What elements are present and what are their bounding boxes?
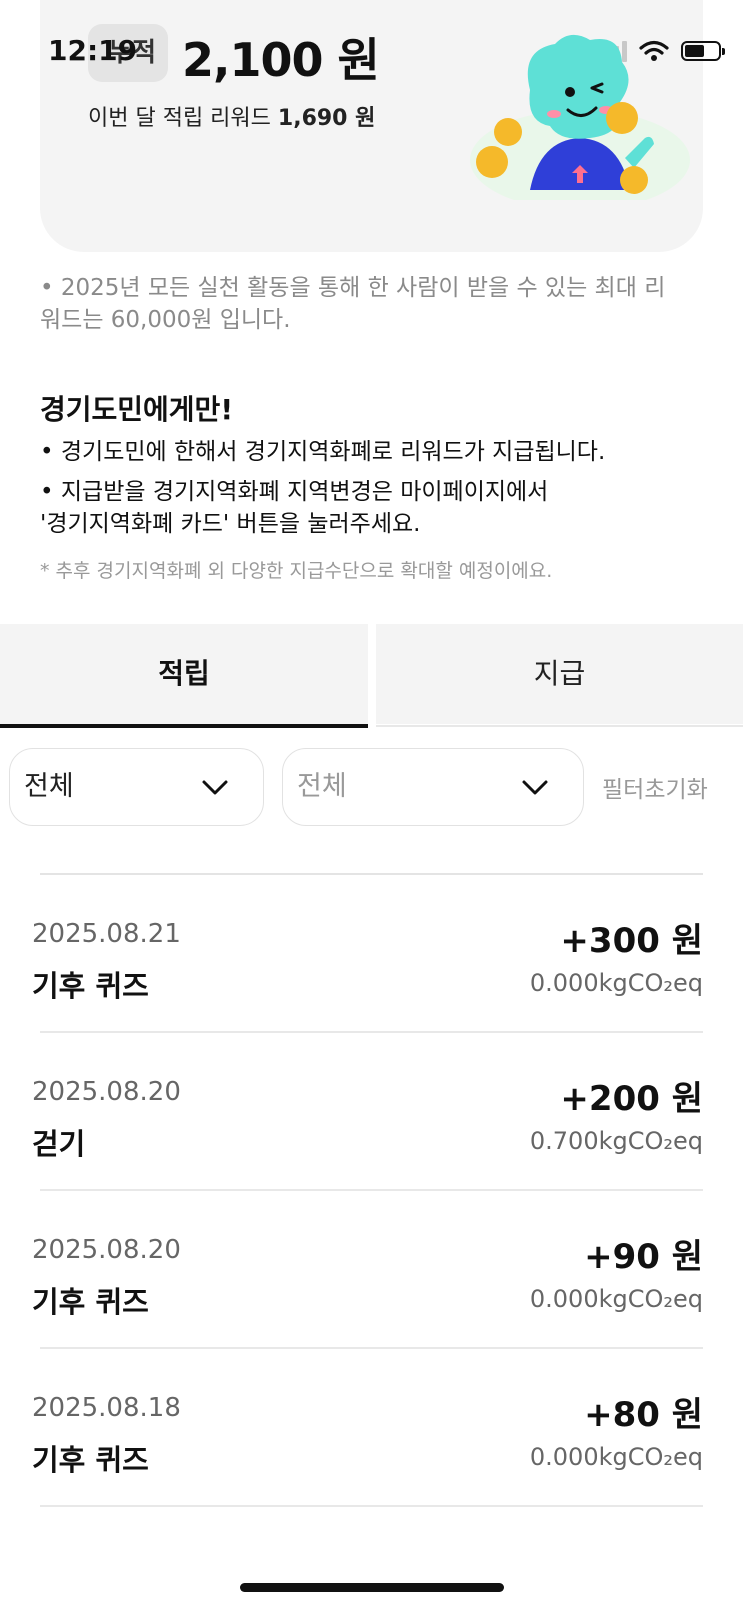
monthly-reward-line: 이번 달 적립 리워드 1,690 원 <box>88 100 375 132</box>
list-item[interactable]: 2025.08.20 걷기 +200 원 0.700kgCO₂eq <box>32 1033 703 1191</box>
tab-pay[interactable]: 지급 <box>376 624 743 724</box>
category-filter-value: 전체 <box>24 771 74 802</box>
active-tab-indicator <box>0 724 368 728</box>
total-reward-amount: 2,100 원 <box>182 33 380 87</box>
record-activity: 기후 퀴즈 <box>32 969 149 1003</box>
tab-earn[interactable]: 적립 <box>0 624 368 724</box>
reward-tabs: 적립 지급 <box>0 624 743 728</box>
record-date: 2025.08.20 <box>32 1077 181 1107</box>
expansion-footnote: * 추후 경기지역화폐 외 다양한 지급수단으로 확대할 예정이에요. <box>40 560 553 582</box>
list-divider <box>40 1505 703 1507</box>
record-activity: 기후 퀴즈 <box>32 1443 149 1477</box>
record-date: 2025.08.20 <box>32 1235 181 1265</box>
monthly-reward-value: 1,690 원 <box>277 106 376 131</box>
record-activity: 걷기 <box>32 1127 86 1161</box>
record-activity: 기후 퀴즈 <box>32 1285 149 1319</box>
record-co2: 0.000kgCO₂eq <box>529 1443 703 1471</box>
reward-limit-note: • 2025년 모든 실천 활동을 통해 한 사람이 받을 수 있는 최대 리워… <box>40 275 666 333</box>
record-date: 2025.08.21 <box>32 919 181 949</box>
record-co2: 0.000kgCO₂eq <box>529 969 703 997</box>
gyeonggi-bullet-payment: • 경기도민에 한해서 경기지역화폐로 리워드가 지급됩니다. <box>40 439 606 465</box>
record-co2: 0.000kgCO₂eq <box>529 1285 703 1313</box>
mascot-illustration <box>470 34 690 200</box>
record-co2: 0.700kgCO₂eq <box>529 1127 703 1155</box>
record-amount: +80 원 <box>584 1395 703 1435</box>
period-filter-value: 전체 <box>297 771 347 802</box>
list-item[interactable]: 2025.08.18 기후 퀴즈 +80 원 0.000kgCO₂eq <box>32 1349 703 1507</box>
monthly-reward-label: 이번 달 적립 리워드 <box>88 106 271 131</box>
list-item[interactable]: 2025.08.20 기후 퀴즈 +90 원 0.000kgCO₂eq <box>32 1191 703 1349</box>
gyeonggi-bullet-region-change: • 지급받을 경기지역화폐 지역변경은 마이페이지에서 '경기지역화폐 카드' … <box>40 479 549 537</box>
reset-filter-button[interactable]: 필터초기화 <box>602 770 708 804</box>
period-filter-dropdown[interactable]: 전체 <box>282 748 584 826</box>
chevron-down-icon <box>522 780 548 795</box>
record-amount: +300 원 <box>560 921 703 961</box>
record-amount: +200 원 <box>560 1079 703 1119</box>
list-item[interactable]: 2025.08.21 기후 퀴즈 +300 원 0.000kgCO₂eq <box>32 875 703 1033</box>
gyeonggi-section-title: 경기도민에게만! <box>40 393 234 426</box>
chevron-down-icon <box>202 780 228 795</box>
tab-divider <box>376 725 743 727</box>
record-amount: +90 원 <box>584 1237 703 1277</box>
status-time: 12:19 <box>48 34 138 67</box>
home-indicator[interactable] <box>240 1583 504 1592</box>
record-date: 2025.08.18 <box>32 1393 181 1423</box>
category-filter-dropdown[interactable]: 전체 <box>9 748 264 826</box>
